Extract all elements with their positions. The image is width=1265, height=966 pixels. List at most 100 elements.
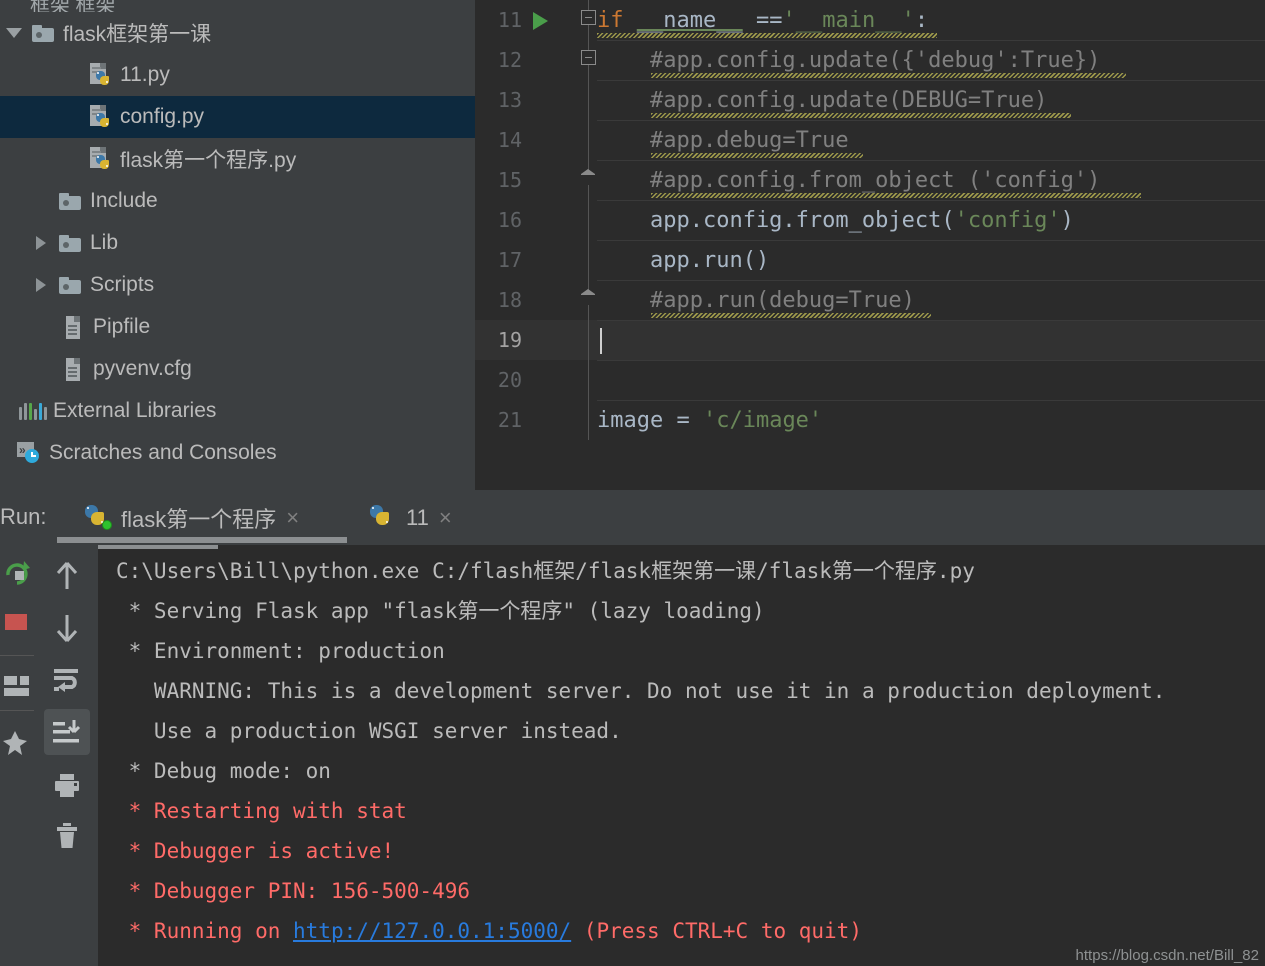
python-file-icon [89,62,112,88]
code-line-21[interactable]: 21 image = 'c/image' [475,400,1265,440]
fold-guide [588,360,589,400]
scroll-to-end-icon[interactable] [44,709,90,755]
code-editor[interactable]: 11 if __name__ == '__main__':12 #app.confi… [475,0,1265,490]
code-line-14[interactable]: 14 #app.debug=True [475,120,1265,160]
tree-item-0[interactable]: flask框架第一课 [0,12,475,54]
folder-icon [32,24,54,42]
console-output[interactable]: C:\Users\Bill\python.exe C:/flash框架/flas… [98,545,1265,966]
tree-item-label: Include [90,189,158,212]
code-line-18[interactable]: 18 #app.run(debug=True) [475,280,1265,320]
fold-collapse-icon[interactable] [581,50,596,65]
tree-item-3[interactable]: flask第一个程序.py [0,138,475,180]
error-squiggle [651,193,1141,198]
code-line-19[interactable]: 19 [475,320,1265,360]
project-tree-panel[interactable]: 框架 框架 flask框架第一课 11.py config.py flask第一个程序… [0,0,475,490]
tree-item-5[interactable]: Lib [0,222,475,264]
stop-icon[interactable] [0,600,40,646]
code-line-15[interactable]: 15 #app.config.from_object ('config') [475,160,1265,200]
run-side-toolbar[interactable] [38,545,96,966]
line-number: 19 [497,328,522,352]
twisty-expanded-icon[interactable] [0,28,28,38]
fold-end-icon[interactable] [581,289,596,305]
tree-item-7[interactable]: Pipfile [0,306,475,348]
folder-icon [59,276,81,294]
console-text: WARNING: This is a development server. D… [116,679,1166,703]
line-divider [597,360,1265,361]
trash-icon[interactable] [44,813,90,859]
rerun-icon[interactable] [0,549,40,595]
python-run-icon [370,505,396,531]
run-tabs-scrollbar[interactable] [57,537,347,543]
layout-icon[interactable] [0,663,40,709]
tree-item-label: Lib [90,231,119,254]
fold-end-icon[interactable] [581,169,596,185]
console-line-4: Use a production WSGI server instead. [98,711,1265,751]
line-number: 15 [497,168,522,192]
line-number: 21 [497,408,522,432]
console-line-6: * Restarting with stat [98,791,1265,831]
tree-item-label: flask框架第一课 [63,23,212,46]
line-number: 18 [497,288,522,312]
code-line-20[interactable]: 20 [475,360,1265,400]
fold-guide [588,80,589,120]
fold-guide [588,120,589,160]
tree-item-10[interactable]: » Scratches and Consoles [0,432,475,474]
error-squiggle [597,33,937,38]
line-divider [597,320,1265,321]
run-tab-1[interactable]: 11 × [370,498,452,538]
fold-collapse-icon[interactable] [581,10,596,25]
console-text: * Debug mode: on [116,759,331,783]
line-number: 13 [497,88,522,112]
error-squiggle [651,113,1071,118]
console-text: * Debugger is active! [116,839,395,863]
run-tab-0[interactable]: flask第一个程序 × [85,498,299,538]
error-squiggle [651,73,1126,78]
line-number: 16 [497,208,522,232]
pin-icon[interactable] [0,720,38,766]
tree-item-4[interactable]: Include [0,180,475,222]
code-line-11[interactable]: 11 if __name__ == '__main__': [475,0,1265,40]
tree-item-label: pyvenv.cfg [93,357,192,380]
folder-icon [59,234,81,252]
text-cursor [600,328,602,354]
error-squiggle [651,313,931,318]
tree-item-2[interactable]: config.py [0,96,475,138]
run-console-area: C:\Users\Bill\python.exe C:/flash框架/flas… [0,545,1265,966]
console-line-3: WARNING: This is a development server. D… [98,671,1265,711]
tree-item-6[interactable]: Scripts [0,264,475,306]
code-line-16[interactable]: 16 app.config.from_object('config') [475,200,1265,240]
tree-item-label: Scripts [90,273,155,296]
tree-item-8[interactable]: pyvenv.cfg [0,348,475,390]
up-arrow-icon[interactable] [44,553,90,599]
twisty-collapsed-icon[interactable] [27,236,55,250]
tree-item-1[interactable]: 11.py [0,54,475,96]
close-tab-icon[interactable]: × [439,505,452,531]
code-line-17[interactable]: 17 app.run() [475,240,1265,280]
console-text: * Serving Flask app "flask第一个程序" (lazy l… [116,599,765,623]
tree-item-9[interactable]: External Libraries [0,390,475,432]
console-text: C:\Users\Bill\python.exe C:/flash框架/flas… [116,559,975,583]
toolbar-divider [0,655,34,656]
line-number: 12 [497,48,522,72]
line-number: 11 [497,8,522,32]
watermark-text: https://blog.csdn.net/Bill_82 [1075,947,1259,964]
tree-row-partial-label: 框架 框架 [30,0,116,12]
code-line-12[interactable]: 12 #app.config.update({'debug':True}) [475,40,1265,80]
scratches-icon: » [17,442,41,464]
tree-row-partial[interactable]: 框架 框架 [0,0,475,12]
fold-guide [588,320,589,360]
down-arrow-icon[interactable] [44,605,90,651]
code-text: app.config.from_object('config') [597,207,1074,233]
console-text: * Restarting with stat [116,799,407,823]
run-tab-label: flask第一个程序 [121,507,277,532]
soft-wrap-icon[interactable] [44,657,90,703]
library-bars-icon [19,402,47,420]
code-text: image = 'c/image' [597,407,823,433]
console-link[interactable]: http://127.0.0.1:5000/ [293,919,571,943]
print-icon[interactable] [44,763,90,809]
close-tab-icon[interactable]: × [286,505,299,531]
run-left-toolbar[interactable] [0,545,36,966]
run-gutter-icon[interactable] [533,12,548,30]
code-line-13[interactable]: 13 #app.config.update(DEBUG=True) [475,80,1265,120]
twisty-collapsed-icon[interactable] [27,278,55,292]
